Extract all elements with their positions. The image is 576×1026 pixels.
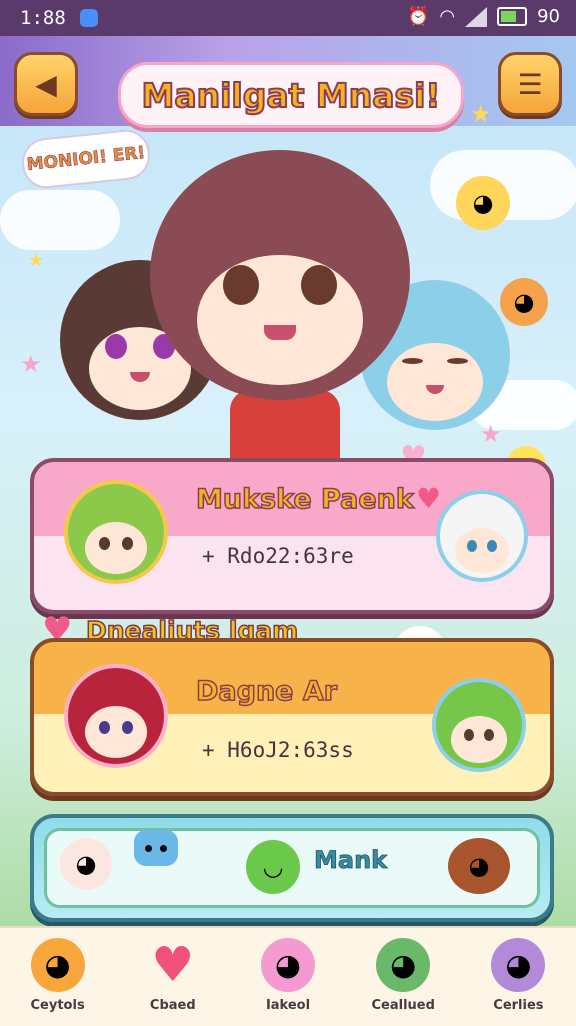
bottom-navigation: ◕ Ceytols ♥ Cbaed ◕ Iakeol ◕ Ceallued ◕ … — [0, 926, 576, 1026]
bear-icon: ◕ — [30, 938, 85, 992]
pink-blob-icon: ◕ — [261, 938, 315, 992]
notification-app-icon — [79, 9, 98, 27]
menu-button[interactable]: ☰ — [498, 52, 562, 116]
player-card-2[interactable]: Dagne Ar + H6oJ2:63ss — [30, 638, 554, 796]
nav-label: Cerlies — [493, 998, 544, 1013]
signal-icon — [465, 6, 488, 27]
white-cat-icon: ◕ — [60, 838, 112, 890]
player-2-name: Dagne Ar — [195, 675, 338, 708]
player-2-score: + H6oJ2:63ss — [202, 738, 354, 762]
status-icons: ⏰ ◠ 90 — [407, 6, 560, 27]
page-title-banner: Manilgat Mnasi! — [118, 62, 464, 128]
nav-item-iakeol[interactable]: ◕ Iakeol — [230, 928, 345, 1026]
star-icon: ★ — [28, 250, 45, 271]
menu-list-icon: ☰ — [517, 67, 543, 101]
main-character-outfit — [230, 390, 340, 460]
wifi-icon: ◠ — [439, 6, 456, 27]
hero-characters-illustration: ♥ — [60, 150, 520, 475]
nav-item-ceytols[interactable]: ◕ Ceytols — [0, 928, 115, 1026]
chat-bubble-icon: ∙∙ — [134, 830, 178, 866]
nav-label: Iakeol — [265, 998, 311, 1013]
nav-item-cbaed[interactable]: ♥ Cbaed — [115, 928, 230, 1026]
raccoon-icon: ◕ — [448, 838, 510, 894]
action-card-label: Mank — [314, 846, 388, 875]
back-button[interactable]: ◀ — [14, 52, 78, 116]
nav-label: Cbaed — [149, 998, 196, 1013]
heart-icon: ♥ — [416, 482, 442, 515]
battery-level: 90 — [537, 6, 560, 27]
nav-label: Ceytols — [30, 998, 85, 1013]
player-1-score: + Rdo22:63re — [202, 544, 354, 568]
star-icon: ★ — [470, 100, 492, 128]
status-time: 1:88 — [20, 7, 66, 29]
main-character-cat-ears — [150, 150, 410, 400]
player-1-avatar — [64, 480, 168, 584]
battery-icon — [497, 7, 528, 26]
purple-ghost-icon: ◕ — [491, 938, 546, 992]
star-icon: ★ — [20, 350, 42, 378]
alarm-icon: ⏰ — [406, 6, 430, 27]
green-frog-icon: ◕ — [376, 938, 431, 992]
green-slime-icon: ◡ — [246, 840, 300, 894]
nav-label: Ceallued — [371, 998, 435, 1013]
status-bar: 1:88 ⏰ ◠ 90 — [0, 0, 576, 36]
opponent-2-avatar — [432, 678, 526, 772]
player-1-name: Mukske Paenk — [195, 483, 414, 516]
nav-item-ceallued[interactable]: ◕ Ceallued — [346, 928, 461, 1026]
action-card[interactable]: ◕ ∙∙ ◡ ◕ — [30, 814, 554, 922]
heart-icon: ♥ — [151, 937, 195, 993]
page-title: Manilgat Mnasi! — [141, 75, 442, 116]
opponent-1-avatar — [436, 490, 528, 582]
player-2-avatar — [64, 664, 168, 768]
back-arrow-icon: ◀ — [35, 67, 57, 101]
player-card-1[interactable]: Mukske Paenk + Rdo22:63re — [30, 458, 554, 614]
nav-item-cerlies[interactable]: ◕ Cerlies — [461, 928, 576, 1026]
